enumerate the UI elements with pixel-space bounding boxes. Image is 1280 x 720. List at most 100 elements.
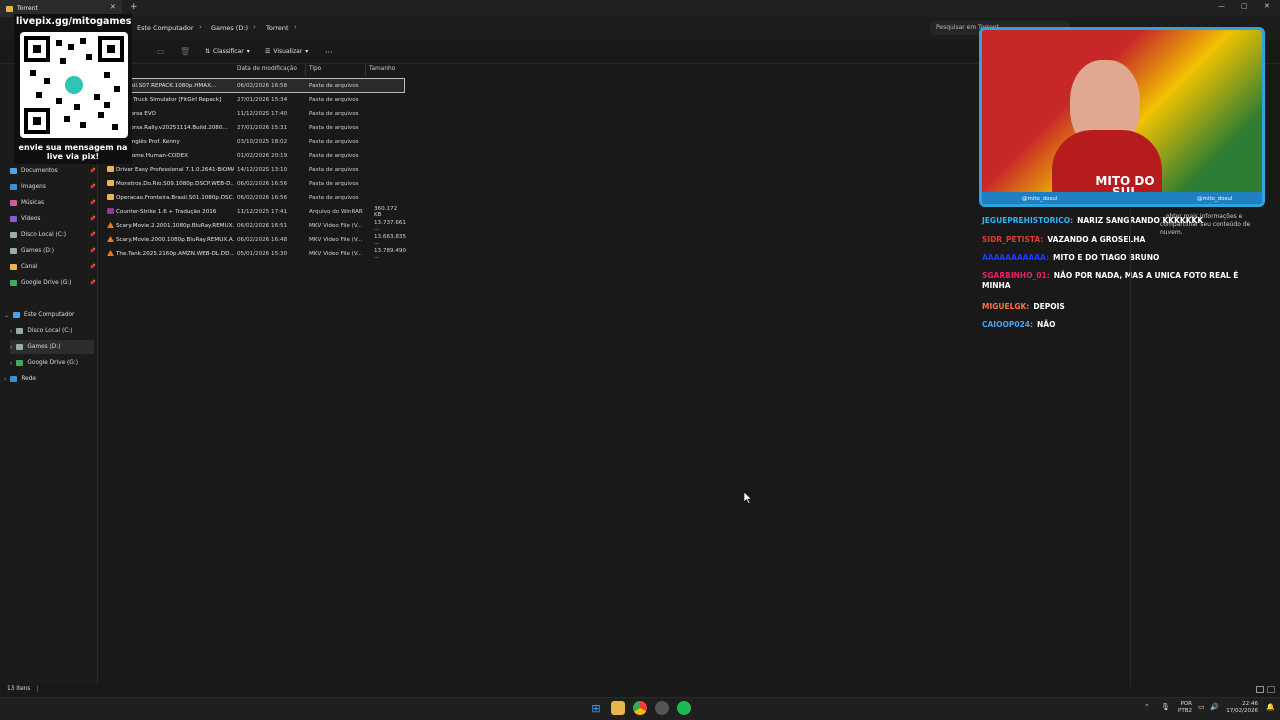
quick-access-item[interactable]: Vídeos 📌 bbox=[10, 212, 98, 226]
view-button[interactable]: ☰ Visualizar ▾ bbox=[265, 48, 308, 55]
sort-icon: ⇅ bbox=[205, 48, 211, 55]
quick-access-label: Games (D:) bbox=[21, 248, 55, 254]
chat-username: SIDR_PETISTA: bbox=[982, 235, 1044, 244]
chevron-right-icon[interactable]: › bbox=[10, 328, 12, 335]
sort-button[interactable]: ⇅ Classificar ▾ bbox=[205, 48, 250, 55]
quick-access-item[interactable]: Músicas 📌 bbox=[10, 196, 98, 210]
volume-icon[interactable]: 🔊 bbox=[1210, 703, 1219, 711]
tree-item[interactable]: › Disco Local (C:) bbox=[10, 324, 98, 338]
chevron-right-icon[interactable]: › bbox=[10, 344, 12, 351]
breadcrumb-torrent[interactable]: Torrent bbox=[266, 24, 289, 32]
keyboard-language[interactable]: POR PTB2 bbox=[1172, 701, 1192, 715]
quick-access-item[interactable]: Documentos 📌 bbox=[10, 164, 98, 178]
clock[interactable]: 22:46 17/02/2026 bbox=[1222, 701, 1258, 715]
livepix-url: livepix.gg/mitogames bbox=[16, 16, 132, 27]
music-icon bbox=[10, 200, 17, 206]
chevron-down-icon[interactable]: ⌄ bbox=[4, 312, 9, 319]
file-row[interactable]: Operacao.Fronteira.Brasil.S01.1080p.DSC.… bbox=[104, 191, 404, 204]
pin-icon: 📌 bbox=[89, 264, 96, 270]
tree-item[interactable]: ⌄ Este Computador bbox=[4, 308, 92, 322]
tab-close-icon[interactable]: ✕ bbox=[110, 3, 116, 11]
details-view-icon[interactable] bbox=[1256, 686, 1264, 693]
file-row[interactable]: Scary.Movie.2.2001.1080p.BluRay.REMUX...… bbox=[104, 219, 406, 232]
file-name: Monstros.Do.Rio.S09.1080p.DSCP.WEB-D... bbox=[116, 180, 234, 187]
file-explorer-icon[interactable] bbox=[611, 701, 625, 715]
column-divider[interactable] bbox=[365, 64, 366, 76]
column-date[interactable]: Data de modificação bbox=[237, 66, 297, 72]
chat-message: MIGUELGK: DEPOIS bbox=[982, 302, 1252, 312]
chat-text: DEPOIS bbox=[1033, 302, 1065, 311]
file-row[interactable]: Monstros.Do.Rio.S09.1080p.DSCP.WEB-D... 0… bbox=[104, 177, 404, 190]
notifications-icon[interactable]: 🔔 bbox=[1266, 703, 1275, 711]
quick-access-item[interactable]: Canal 📌 bbox=[10, 260, 98, 274]
delete-icon[interactable]: 🗑 bbox=[180, 47, 190, 56]
file-row[interactable]: Driver Easy Professional 7.1.0.2641-BiOM… bbox=[104, 163, 404, 176]
file-row[interactable]: ...o Corsa EVO 11/12/2025 17:40 Pasta de a… bbox=[104, 107, 404, 120]
rename-icon[interactable]: ▭ bbox=[157, 47, 165, 56]
quick-access-item[interactable]: Google Drive (G:) 📌 bbox=[10, 276, 98, 290]
more-options-button[interactable]: ··· bbox=[325, 48, 333, 57]
tree-item-label: Google Drive (G:) bbox=[27, 360, 78, 366]
column-type[interactable]: Tipo bbox=[309, 66, 321, 72]
network-icon[interactable]: ▭ bbox=[1198, 703, 1205, 711]
drive-icon bbox=[10, 248, 17, 254]
quick-access-label: Vídeos bbox=[21, 216, 41, 222]
file-row[interactable]: ...can Truck Simulator [FitGirl Repack] 2… bbox=[104, 93, 404, 106]
tree-item[interactable]: › Google Drive (G:) bbox=[10, 356, 98, 370]
file-size: 13.789.490 ... bbox=[374, 247, 407, 260]
tree-item[interactable]: › Games (D:) bbox=[10, 340, 94, 354]
obs-icon[interactable] bbox=[655, 701, 669, 715]
quick-access-item[interactable]: Disco Local (C:) 📌 bbox=[10, 228, 98, 242]
quick-access-item[interactable]: Games (D:) 📌 bbox=[10, 244, 98, 258]
column-divider[interactable] bbox=[305, 64, 306, 76]
tree-item[interactable]: › Rede bbox=[4, 372, 92, 386]
file-date: 11/12/2025 17:41 bbox=[237, 208, 288, 215]
file-row[interactable]: The.Tank.2025.2160p.AMZN.WEB-DL.DD... 05/… bbox=[104, 247, 407, 260]
chat-message: CAIOOP024: NÃO bbox=[982, 320, 1252, 330]
google-drive-icon bbox=[10, 280, 17, 286]
file-row[interactable]: ...Become.Human-CODEX 01/02/2026 20:19 Pas… bbox=[104, 149, 404, 162]
file-name: Counter-Strike 1.6 + Tradução 2016 bbox=[116, 208, 217, 215]
file-date: 06/02/2026 16:48 bbox=[237, 236, 288, 243]
breadcrumb-games[interactable]: Games (D:) bbox=[211, 24, 248, 32]
file-type: Pasta de arquivos bbox=[309, 152, 359, 159]
status-divider: | bbox=[36, 686, 39, 692]
quick-access-label: Google Drive (G:) bbox=[21, 280, 72, 286]
chevron-right-icon: › bbox=[253, 23, 256, 31]
chrome-icon[interactable] bbox=[633, 701, 647, 715]
column-size[interactable]: Tamanho bbox=[369, 66, 395, 72]
vlc-icon bbox=[107, 222, 114, 228]
file-type: MKV Video File (V... bbox=[309, 222, 363, 229]
maximize-button[interactable]: ▢ bbox=[1241, 2, 1248, 10]
tiles-view-icon[interactable] bbox=[1267, 686, 1275, 693]
file-type: Pasta de arquivos bbox=[309, 194, 359, 201]
chevron-up-icon[interactable]: ⌃ bbox=[1144, 703, 1150, 711]
quick-access-item[interactable]: Imagens 📌 bbox=[10, 180, 98, 194]
winrar-icon bbox=[107, 208, 114, 214]
chevron-down-icon: ▾ bbox=[246, 48, 250, 55]
breadcrumb-computer[interactable]: Este Computador bbox=[137, 24, 194, 32]
chevron-right-icon[interactable]: › bbox=[10, 360, 12, 367]
chat-username: MIGUELGK: bbox=[982, 302, 1030, 311]
computer-icon bbox=[13, 312, 21, 318]
file-name: ...o Corsa EVO bbox=[116, 110, 156, 117]
pin-icon: 📌 bbox=[89, 248, 96, 254]
date-label: 17/02/2026 bbox=[1226, 708, 1258, 714]
file-row[interactable]: ...Brasil.S07.REPACK.1080p.HMAX... 06/02/… bbox=[103, 78, 405, 93]
minimize-button[interactable]: — bbox=[1218, 2, 1225, 10]
close-button[interactable]: ✕ bbox=[1264, 2, 1270, 10]
file-name: Scary.Movie.2.2001.1080p.BluRay.REMUX... bbox=[116, 222, 234, 229]
file-row[interactable]: Counter-Strike 1.6 + Tradução 2016 11/12/… bbox=[104, 205, 404, 218]
tiktok-handle: @mito_dosul bbox=[1197, 196, 1233, 202]
microphone-icon[interactable]: 🎙 bbox=[1161, 703, 1170, 711]
file-row[interactable]: ...de Inglês Prof. Kenny 03/10/2025 18:02… bbox=[104, 135, 404, 148]
file-type: Pasta de arquivos bbox=[309, 96, 359, 103]
file-row[interactable]: Scary.Movie.2000.1080p.BluRay.REMUX.A...… bbox=[104, 233, 406, 246]
new-tab-button[interactable]: + bbox=[130, 2, 138, 12]
spotify-icon[interactable] bbox=[677, 701, 691, 715]
windows-start-icon[interactable]: ⊞ bbox=[589, 701, 603, 715]
chevron-right-icon[interactable]: › bbox=[4, 376, 6, 383]
file-row[interactable]: ...o.Corsa.Rally.v20251114.Build.2080...… bbox=[104, 121, 404, 134]
file-size: 360.172 KB bbox=[374, 205, 398, 218]
file-date: 06/02/2026 16:56 bbox=[237, 180, 288, 187]
